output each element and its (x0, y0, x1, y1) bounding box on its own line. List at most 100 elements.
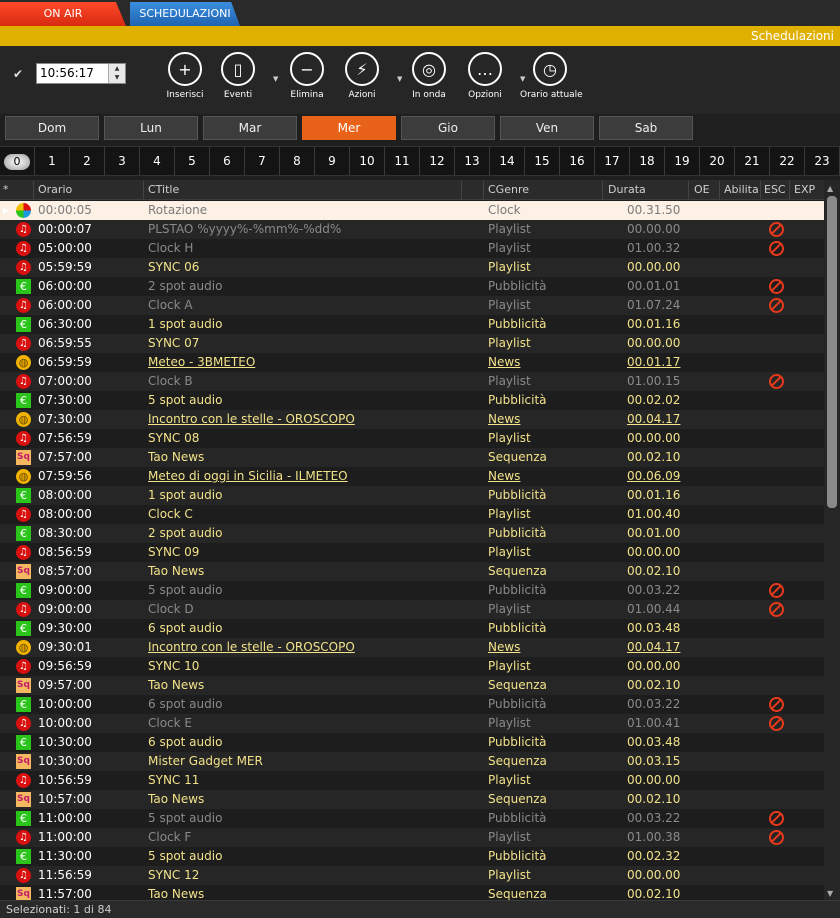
vertical-scrollbar[interactable]: ▲ ▼ (824, 180, 840, 900)
hour-tab[interactable]: 11 (385, 147, 420, 175)
table-row[interactable]: €09:00:00 5 spot audio Pubblicità 00.03.22 (0, 581, 824, 600)
hour-tab[interactable]: 2 (70, 147, 105, 175)
day-tab[interactable]: Sab (599, 116, 693, 140)
hour-tab[interactable]: 14 (490, 147, 525, 175)
day-tab[interactable]: Mar (203, 116, 297, 140)
hour-tab[interactable]: 8 (280, 147, 315, 175)
col-genre[interactable]: CGenre (488, 183, 529, 196)
table-row[interactable]: Sq 08:57:00 Tao News Sequenza 00.02.10 (0, 562, 824, 581)
hour-tab[interactable]: 12 (420, 147, 455, 175)
hour-tab[interactable]: 23 (805, 147, 840, 175)
hour-tab[interactable]: 17 (595, 147, 630, 175)
excluded-icon[interactable] (769, 241, 784, 256)
col-exp[interactable]: EXP (794, 183, 815, 196)
table-row[interactable]: Sq 11:57:00 Tao News Sequenza 00.02.10 (0, 885, 824, 900)
table-row[interactable]: €11:00:00 5 spot audio Pubblicità 00.03.22 (0, 809, 824, 828)
table-row[interactable]: ♫ 09:00:00 Clock D Playlist 01.00.44 (0, 600, 824, 619)
table-row[interactable]: ◍ 07:30:00 Incontro con le stelle - OROSCO… (0, 410, 824, 429)
excluded-icon[interactable] (769, 811, 784, 826)
excluded-icon[interactable] (769, 583, 784, 598)
current-time-button[interactable]: ◷ Orario attuale (520, 52, 583, 100)
time-spinner[interactable]: ▲ ▼ (108, 64, 125, 83)
tab-on-air[interactable]: ON AIR (0, 2, 126, 26)
excluded-icon[interactable] (769, 830, 784, 845)
spin-up-icon[interactable]: ▲ (109, 64, 125, 73)
table-row[interactable]: €10:30:00 6 spot audio Pubblicità 00.03.48 (0, 733, 824, 752)
hour-tab[interactable]: 3 (105, 147, 140, 175)
table-row[interactable]: ♫ 10:56:59 SYNC 11 Playlist 00.00.00 (0, 771, 824, 790)
scroll-thumb[interactable] (827, 196, 837, 508)
excluded-icon[interactable] (769, 697, 784, 712)
day-tab[interactable]: Mer (302, 116, 396, 140)
table-row[interactable]: €07:30:00 5 spot audio Pubblicità 00.02.02 (0, 391, 824, 410)
table-row[interactable]: €09:30:00 6 spot audio Pubblicità 00.03.48 (0, 619, 824, 638)
col-time[interactable]: Orario (38, 183, 72, 196)
table-row[interactable]: ♫ 05:00:00 Clock H Playlist 01.00.32 (0, 239, 824, 258)
table-row[interactable]: Sq 07:57:00 Tao News Sequenza 00.02.10 (0, 448, 824, 467)
scroll-up-icon[interactable]: ▲ (827, 184, 833, 193)
hour-tab[interactable]: 16 (560, 147, 595, 175)
insert-button[interactable]: + Inserisci (155, 52, 215, 100)
scroll-down-icon[interactable]: ▼ (827, 889, 833, 898)
table-row[interactable]: €08:30:00 2 spot audio Pubblicità 00.01.00 (0, 524, 824, 543)
col-esc[interactable]: ESC (764, 183, 786, 196)
excluded-icon[interactable] (769, 279, 784, 294)
table-row[interactable]: ♫ 08:56:59 SYNC 09 Playlist 00.00.00 (0, 543, 824, 562)
hour-tab[interactable]: 5 (175, 147, 210, 175)
table-row[interactable]: ♫ 00:00:07 PLSTAO %yyyy%-%mm%-%dd% Playlist… (0, 220, 824, 239)
events-button[interactable]: ▯ Eventi (208, 52, 268, 100)
delete-button[interactable]: − Elimina (277, 52, 337, 100)
table-row[interactable]: ♫ 11:00:00 Clock F Playlist 01.00.38 (0, 828, 824, 847)
hour-tab[interactable]: 19 (665, 147, 700, 175)
table-row[interactable]: ▶ 00:00:05 Rotazione Clock 00.31.50 (0, 201, 824, 220)
table-row[interactable]: €06:00:00 2 spot audio Pubblicità 00.01.01 (0, 277, 824, 296)
hour-tab[interactable]: 1 (35, 147, 70, 175)
table-row[interactable]: €10:00:00 6 spot audio Pubblicità 00.03.22 (0, 695, 824, 714)
col-oe[interactable]: OE (694, 183, 710, 196)
spin-down-icon[interactable]: ▼ (109, 73, 125, 82)
hour-tab[interactable]: 0 (0, 147, 35, 175)
options-button[interactable]: … Opzioni (455, 52, 515, 100)
hour-tab[interactable]: 21 (735, 147, 770, 175)
excluded-icon[interactable] (769, 298, 784, 313)
hour-tab[interactable]: 20 (700, 147, 735, 175)
table-row[interactable]: ♫ 10:00:00 Clock E Playlist 01.00.41 (0, 714, 824, 733)
table-row[interactable]: ◍ 07:59:56 Meteo di oggi in Sicilia - ILME… (0, 467, 824, 486)
tab-schedulazioni[interactable]: SCHEDULAZIONI (130, 2, 240, 26)
table-row[interactable]: €08:00:00 1 spot audio Pubblicità 00.01.16 (0, 486, 824, 505)
table-row[interactable]: Sq 10:30:00 Mister Gadget MER Sequenza 00.03… (0, 752, 824, 771)
day-tab[interactable]: Lun (104, 116, 198, 140)
table-row[interactable]: Sq 09:57:00 Tao News Sequenza 00.02.10 (0, 676, 824, 695)
table-row[interactable]: ♫ 05:59:59 SYNC 06 Playlist 00.00.00 (0, 258, 824, 277)
table-row[interactable]: ◍ 09:30:01 Incontro con le stelle - OROSCO… (0, 638, 824, 657)
hour-tab[interactable]: 7 (245, 147, 280, 175)
on-air-button[interactable]: ◎ In onda (399, 52, 459, 100)
actions-button[interactable]: ⚡ Azioni (332, 52, 392, 100)
excluded-icon[interactable] (769, 602, 784, 617)
table-row[interactable]: ♫ 09:56:59 SYNC 10 Playlist 00.00.00 (0, 657, 824, 676)
hour-tab[interactable]: 4 (140, 147, 175, 175)
day-tab[interactable]: Ven (500, 116, 594, 140)
table-row[interactable]: ♫ 07:00:00 Clock B Playlist 01.00.15 (0, 372, 824, 391)
col-star[interactable]: * (3, 183, 9, 196)
col-duration[interactable]: Durata (608, 183, 646, 196)
table-row[interactable]: Sq 10:57:00 Tao News Sequenza 00.02.10 (0, 790, 824, 809)
col-title[interactable]: CTitle (148, 183, 179, 196)
excluded-icon[interactable] (769, 716, 784, 731)
table-row[interactable]: €06:30:00 1 spot audio Pubblicità 00.01.16 (0, 315, 824, 334)
hour-tab[interactable]: 22 (770, 147, 805, 175)
table-row[interactable]: ♫ 07:56:59 SYNC 08 Playlist 00.00.00 (0, 429, 824, 448)
day-tab[interactable]: Gio (401, 116, 495, 140)
hour-tab[interactable]: 10 (350, 147, 385, 175)
hour-tab[interactable]: 13 (455, 147, 490, 175)
table-row[interactable]: ♫ 06:00:00 Clock A Playlist 01.07.24 (0, 296, 824, 315)
hour-tab[interactable]: 18 (630, 147, 665, 175)
table-row[interactable]: ♫ 11:56:59 SYNC 12 Playlist 00.00.00 (0, 866, 824, 885)
excluded-icon[interactable] (769, 374, 784, 389)
hour-tab[interactable]: 15 (525, 147, 560, 175)
col-enabled[interactable]: Abilita (724, 183, 759, 196)
table-row[interactable]: ◍ 06:59:59 Meteo - 3BMETEO News 00.01.17 (0, 353, 824, 372)
table-row[interactable]: ♫ 08:00:00 Clock C Playlist 01.00.40 (0, 505, 824, 524)
time-checkbox[interactable]: ✔ (13, 68, 25, 80)
hour-tab[interactable]: 6 (210, 147, 245, 175)
